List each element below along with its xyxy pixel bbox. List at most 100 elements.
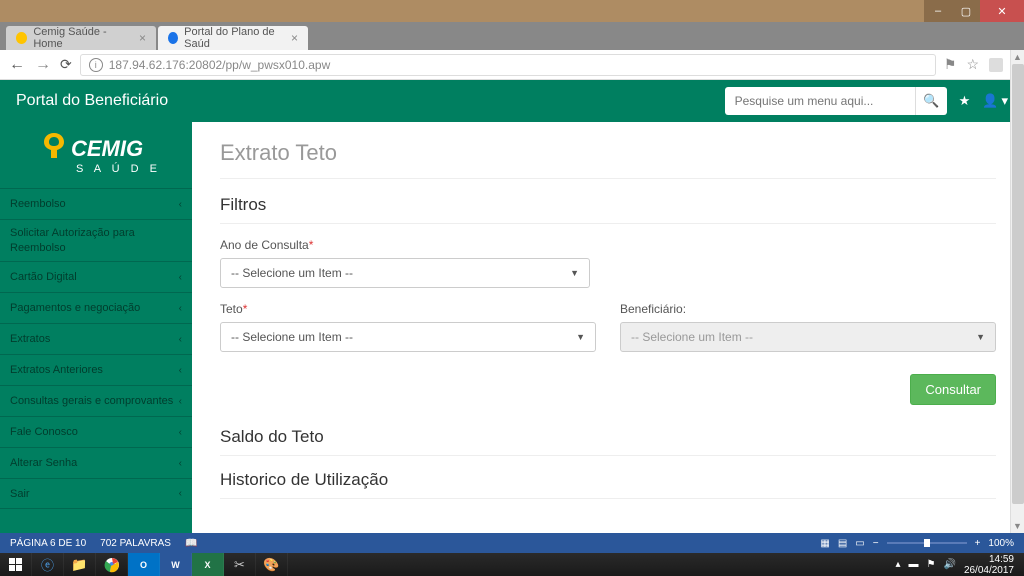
tray-network-icon[interactable]: ▬ xyxy=(909,559,919,570)
bookmark-icon[interactable]: ☆ xyxy=(966,56,979,73)
sidebar-item-label: Alterar Senha xyxy=(10,457,77,469)
select-value: -- Selecione um Item -- xyxy=(631,330,753,344)
spellcheck-icon[interactable]: 📖 xyxy=(185,538,197,549)
search-input[interactable] xyxy=(725,87,915,115)
tray-flag-icon[interactable]: ⚑ xyxy=(927,559,936,570)
form-row-teto-benef: Teto* -- Selecione um Item -- ▼ Benefici… xyxy=(220,302,996,352)
sidebar-item-fale-conosco[interactable]: Fale Conosco‹ xyxy=(0,416,192,447)
sidebar-item-label: Extratos xyxy=(10,333,50,345)
sidebar-item-extratos-anteriores[interactable]: Extratos Anteriores‹ xyxy=(0,354,192,385)
tray-clock[interactable]: 14:59 26/04/2017 xyxy=(964,554,1014,576)
taskbar-chrome[interactable] xyxy=(96,553,128,576)
page-title: Extrato Teto xyxy=(220,140,996,179)
sidebar-item-label: Cartão Digital xyxy=(10,271,77,283)
word-status-bar: PÁGINA 6 DE 10 702 PALAVRAS 📖 ▦ ▤ ▭ − + … xyxy=(0,533,1024,553)
page-indicator[interactable]: PÁGINA 6 DE 10 xyxy=(10,538,86,549)
minimize-icon: – xyxy=(935,5,941,17)
teto-label: Teto* xyxy=(220,302,596,316)
site-info-icon[interactable]: i xyxy=(89,58,103,72)
chevron-down-icon: ▼ xyxy=(976,332,985,342)
extension-icon[interactable]: ⚑ xyxy=(944,56,957,73)
taskbar-outlook[interactable]: O xyxy=(128,553,160,576)
sidebar-item-cartao[interactable]: Cartão Digital‹ xyxy=(0,261,192,292)
chevron-left-icon: ‹ xyxy=(179,334,182,345)
tab-close-icon[interactable]: × xyxy=(291,31,298,45)
tab-title: Portal do Plano de Saúd xyxy=(184,26,285,50)
beneficiario-select[interactable]: -- Selecione um Item -- ▼ xyxy=(620,322,996,352)
zoom-level[interactable]: 100% xyxy=(988,538,1014,549)
tab-favicon-icon xyxy=(16,32,27,44)
chevron-left-icon: ‹ xyxy=(179,303,182,314)
scroll-down-icon[interactable]: ▼ xyxy=(1011,519,1024,533)
start-button[interactable] xyxy=(0,553,32,576)
view-mode-icon[interactable]: ▤ xyxy=(838,538,847,549)
account-icon[interactable] xyxy=(989,58,1003,72)
chevron-down-icon: ▾ xyxy=(1001,93,1008,109)
browser-scrollbar[interactable]: ▲ ▼ xyxy=(1010,50,1024,533)
zoom-in-icon[interactable]: + xyxy=(975,538,981,549)
sidebar-item-alterar-senha[interactable]: Alterar Senha ‹ xyxy=(0,447,192,478)
window-maximize-button[interactable]: ▢ xyxy=(952,0,980,22)
chevron-down-icon: ▼ xyxy=(576,332,585,342)
teto-select[interactable]: -- Selecione um Item -- ▼ xyxy=(220,322,596,352)
window-close-button[interactable]: ✕ xyxy=(980,0,1024,22)
taskbar-excel[interactable]: X xyxy=(192,553,224,576)
filters-heading: Filtros xyxy=(220,195,996,224)
view-mode-icon[interactable]: ▦ xyxy=(820,538,829,549)
nav-forward-button[interactable]: → xyxy=(34,56,52,74)
nav-back-button[interactable]: ← xyxy=(8,56,26,74)
maximize-icon: ▢ xyxy=(961,5,971,18)
window-minimize-button[interactable]: – xyxy=(924,0,952,22)
sidebar-item-consultas[interactable]: Consultas gerais e comprovantes‹ xyxy=(0,385,192,416)
sidebar-item-extratos[interactable]: Extratos ‹ xyxy=(0,323,192,354)
url-input[interactable]: i 187.94.62.176:20802/pp/w_pwsx010.apw xyxy=(80,54,936,76)
scroll-up-icon[interactable]: ▲ xyxy=(1011,50,1024,64)
zoom-slider[interactable] xyxy=(887,542,967,544)
ano-label: Ano de Consulta* xyxy=(220,238,590,252)
sidebar-item-reembolso[interactable]: Reembolso‹ xyxy=(0,188,192,219)
sidebar-item-label: Fale Conosco xyxy=(10,426,78,438)
form-row-ano: Ano de Consulta* -- Selecione um Item --… xyxy=(220,238,996,288)
search-button[interactable]: 🔍 xyxy=(915,87,947,115)
chevron-left-icon: ‹ xyxy=(179,458,182,469)
sidebar-item-solicitar[interactable]: Solicitar Autorização para Reembolso xyxy=(0,219,192,261)
browser-tabs: Cemig Saúde - Home × Portal do Plano de … xyxy=(0,22,1024,50)
search-icon: 🔍 xyxy=(923,93,939,109)
scroll-thumb[interactable] xyxy=(1012,64,1024,504)
word-status-left: PÁGINA 6 DE 10 702 PALAVRAS 📖 xyxy=(10,538,197,549)
sidebar: CEMIG S A Ú D E Reembolso‹ Solicitar Aut… xyxy=(0,122,192,533)
portal-title: Portal do Beneficiário xyxy=(16,92,168,110)
system-tray: ▴ ▬ ⚑ 🔊 14:59 26/04/2017 xyxy=(895,554,1024,576)
taskbar-word[interactable]: W xyxy=(160,553,192,576)
user-menu-button[interactable]: 👤 ▾ xyxy=(982,93,1008,109)
windows-icon xyxy=(9,558,22,571)
consultar-button[interactable]: Consultar xyxy=(910,374,996,405)
taskbar-snip[interactable]: ✂ xyxy=(224,553,256,576)
taskbar-explorer[interactable]: 📁 xyxy=(64,553,96,576)
ano-select[interactable]: -- Selecione um Item -- ▼ xyxy=(220,258,590,288)
svg-text:S A Ú D E: S A Ú D E xyxy=(76,162,161,175)
browser-tab-cemig-home[interactable]: Cemig Saúde - Home × xyxy=(6,26,156,50)
sidebar-item-sair[interactable]: Sair‹ xyxy=(0,478,192,509)
tab-favicon-icon xyxy=(168,32,178,44)
sidebar-item-label: Consultas gerais e comprovantes xyxy=(10,395,173,407)
view-mode-icon[interactable]: ▭ xyxy=(855,538,864,549)
svg-text:CEMIG: CEMIG xyxy=(71,136,143,161)
favorites-icon[interactable]: ★ xyxy=(959,93,971,109)
tray-up-icon[interactable]: ▴ xyxy=(895,559,900,570)
chevron-down-icon: ▼ xyxy=(570,268,579,278)
portal-search: 🔍 xyxy=(725,87,947,115)
tab-close-icon[interactable]: × xyxy=(139,31,146,45)
chevron-left-icon: ‹ xyxy=(179,365,182,376)
tray-volume-icon[interactable]: 🔊 xyxy=(943,559,955,570)
sidebar-item-label: Reembolso xyxy=(10,198,66,210)
sidebar-item-pagamentos[interactable]: Pagamentos e negociação‹ xyxy=(0,292,192,323)
nav-reload-button[interactable]: ⟳ xyxy=(60,56,72,73)
url-text: 187.94.62.176:20802/pp/w_pwsx010.apw xyxy=(109,58,331,72)
browser-tab-portal[interactable]: Portal do Plano de Saúd × xyxy=(158,26,308,50)
word-count[interactable]: 702 PALAVRAS xyxy=(100,538,171,549)
tray-date: 26/04/2017 xyxy=(964,565,1014,576)
taskbar-paint[interactable]: 🎨 xyxy=(256,553,288,576)
zoom-out-icon[interactable]: − xyxy=(873,538,879,549)
taskbar-ie[interactable]: ⓔ xyxy=(32,553,64,576)
